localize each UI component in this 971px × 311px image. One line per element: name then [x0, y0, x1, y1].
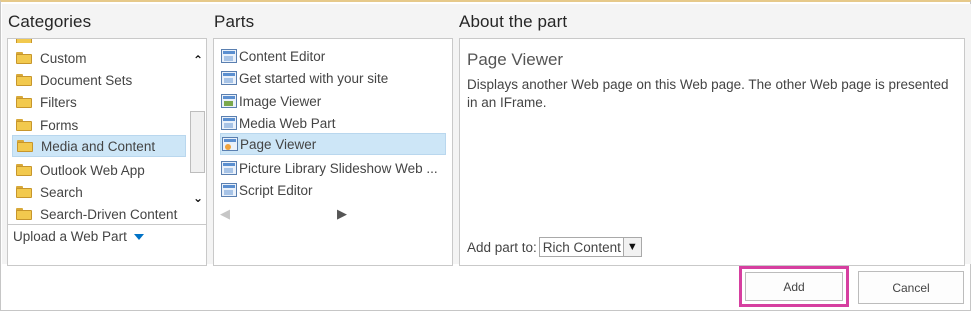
- dropdown-caret-icon: [133, 234, 144, 240]
- part-item-page-viewer[interactable]: Page Viewer: [220, 133, 446, 155]
- part-item-picture-library-slideshow[interactable]: Picture Library Slideshow Web ...: [220, 157, 446, 179]
- folder-icon: [16, 208, 32, 220]
- category-label: Document Sets: [40, 72, 133, 88]
- part-item-media-web-part[interactable]: Media Web Part: [220, 112, 446, 134]
- content-editor-icon: [221, 49, 237, 63]
- part-item-script-editor[interactable]: Script Editor: [220, 179, 446, 201]
- category-item-forms[interactable]: Forms: [12, 114, 186, 136]
- add-button[interactable]: Add: [745, 272, 843, 301]
- category-label: Media and Content: [41, 138, 156, 154]
- about-heading: About the part: [459, 12, 568, 31]
- part-item-get-started[interactable]: Get started with your site: [220, 67, 446, 89]
- media-web-part-icon: [221, 116, 237, 130]
- category-item-document-sets[interactable]: Document Sets: [12, 69, 186, 91]
- part-label: Get started with your site: [239, 70, 389, 86]
- category-label: Forms: [40, 117, 79, 133]
- categories-scrollbar[interactable]: ⌃ ⌄: [188, 39, 207, 225]
- folder-icon: [16, 96, 32, 108]
- scroll-down-icon[interactable]: ⌄: [191, 191, 205, 205]
- part-label: Content Editor: [239, 48, 326, 64]
- parts-heading: Parts: [214, 12, 255, 31]
- category-item-media-and-content[interactable]: Media and Content: [12, 135, 186, 157]
- chevron-down-icon[interactable]: ▼: [622, 238, 641, 256]
- category-label: Search: [40, 184, 83, 200]
- category-label: Custom: [40, 50, 87, 66]
- previous-page-arrow-icon[interactable]: ◀: [220, 206, 230, 222]
- add-button-label: Add: [783, 279, 805, 294]
- get-started-icon: [221, 71, 237, 85]
- category-item-outlook-web-app[interactable]: Outlook Web App: [12, 159, 186, 181]
- add-part-to-label: Add part to:: [467, 239, 537, 255]
- categories-panel: Custom Document Sets Filters Forms Media…: [7, 38, 207, 266]
- folder-icon: [16, 52, 32, 64]
- folder-icon: [16, 74, 32, 86]
- category-item-custom[interactable]: Custom: [12, 47, 186, 69]
- part-label: Picture Library Slideshow Web ...: [239, 160, 438, 176]
- part-label: Image Viewer: [239, 93, 322, 109]
- part-item-content-editor[interactable]: Content Editor: [220, 45, 446, 67]
- folder-icon: [16, 186, 32, 198]
- part-title: Page Viewer: [467, 50, 564, 69]
- part-description: Displays another Web page on this Web pa…: [467, 77, 949, 110]
- categories-list: Custom Document Sets Filters Forms Media…: [8, 39, 186, 225]
- about-panel: Page Viewer Displays another Web page on…: [459, 38, 965, 266]
- category-label: Filters: [40, 94, 77, 110]
- parts-panel: Content Editor Get started with your sit…: [213, 38, 453, 266]
- scroll-up-icon[interactable]: ⌃: [191, 53, 205, 67]
- folder-icon: [16, 164, 32, 176]
- folder-icon: [16, 39, 32, 43]
- cancel-button[interactable]: Cancel: [858, 271, 964, 304]
- script-editor-icon: [221, 183, 237, 197]
- add-part-to-row: Add part to: Rich Content ▼: [467, 237, 642, 257]
- add-button-highlight: Add: [739, 266, 849, 307]
- part-label: Script Editor: [239, 182, 313, 198]
- scroll-thumb[interactable]: [190, 111, 205, 173]
- zone-select[interactable]: Rich Content ▼: [538, 237, 642, 257]
- category-item-search-driven-content[interactable]: Search-Driven Content: [12, 203, 186, 225]
- next-page-arrow-icon[interactable]: ▶: [337, 206, 347, 222]
- upload-web-part-label: Upload a Web Part: [13, 229, 127, 244]
- part-label: Page Viewer: [240, 136, 317, 152]
- folder-icon: [17, 140, 33, 152]
- category-label: Outlook Web App: [40, 162, 145, 178]
- zone-select-value: Rich Content: [542, 239, 621, 255]
- part-label: Media Web Part: [239, 115, 336, 131]
- category-item-search[interactable]: Search: [12, 181, 186, 203]
- category-label: Search-Driven Content: [40, 206, 178, 222]
- part-item-image-viewer[interactable]: Image Viewer: [220, 90, 446, 112]
- cancel-button-label: Cancel: [892, 280, 930, 295]
- categories-heading: Categories: [8, 12, 92, 31]
- page-viewer-icon: [222, 137, 238, 151]
- category-item-filters[interactable]: Filters: [12, 91, 186, 113]
- category-item-partial: [12, 39, 186, 43]
- categories-footer: Upload a Web Part: [8, 224, 206, 244]
- image-viewer-icon: [221, 94, 237, 108]
- upload-web-part-link[interactable]: Upload a Web Part: [13, 229, 144, 244]
- slideshow-icon: [221, 161, 237, 175]
- folder-icon: [16, 119, 32, 131]
